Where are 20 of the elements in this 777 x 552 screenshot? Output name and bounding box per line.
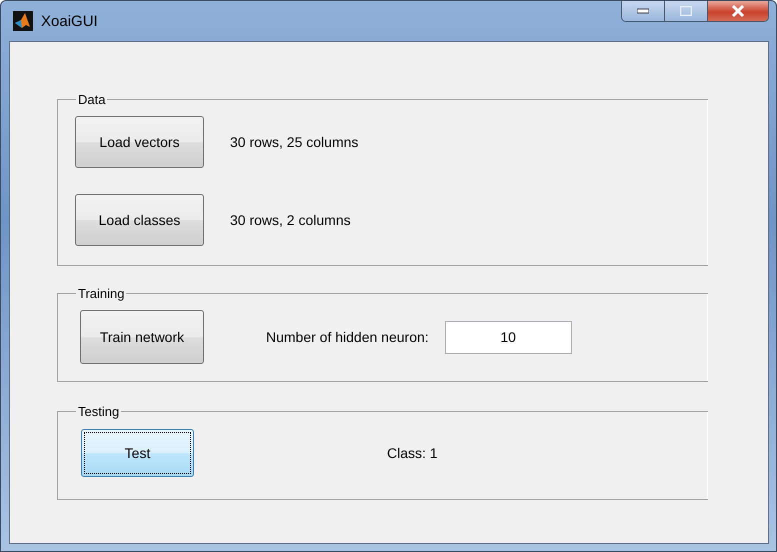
minimize-button[interactable]	[622, 1, 665, 21]
panel-title: Data	[77, 92, 106, 107]
close-button[interactable]	[708, 1, 768, 21]
info-text: 30 rows, 2 columns	[230, 212, 351, 228]
load-classes-button[interactable]: Load classes	[75, 194, 204, 246]
app-icon	[13, 11, 33, 31]
maximize-button[interactable]	[665, 1, 708, 21]
result-text: Class: 1	[387, 445, 438, 461]
field-label: Number of hidden neuron:	[266, 329, 429, 345]
info-text: 30 rows, 25 columns	[230, 134, 358, 150]
panel-title: Testing	[77, 404, 120, 419]
close-icon	[731, 5, 745, 17]
button[interactable]: Train network	[80, 310, 204, 364]
maximize-icon	[680, 6, 692, 16]
minimize-icon	[637, 8, 649, 14]
input-field[interactable]: 10	[444, 320, 572, 354]
panel-title: Training	[77, 286, 126, 301]
button[interactable]: Test	[81, 429, 194, 477]
window-title: XoaiGUI	[41, 12, 98, 30]
load-vectors-button[interactable]: Load vectors	[75, 116, 204, 168]
